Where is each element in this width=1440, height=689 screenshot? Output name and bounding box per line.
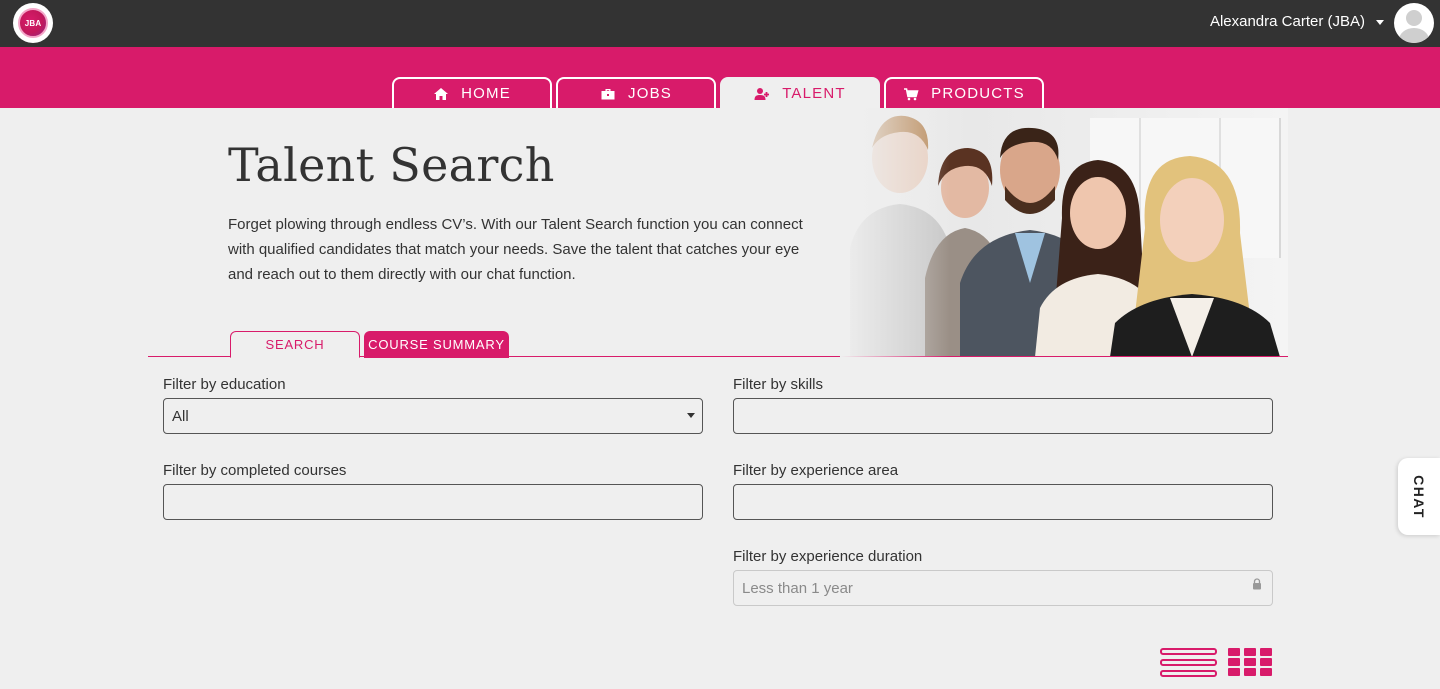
logo[interactable]: JBA xyxy=(13,3,53,43)
page-description: Forget plowing through endless CV’s. Wit… xyxy=(228,216,803,283)
completed-courses-filter-label: Filter by completed courses xyxy=(163,462,347,479)
tab-products-label: PRODUCTS xyxy=(931,85,1025,102)
education-select-value: All xyxy=(172,407,189,425)
experience-duration-filter-label: Filter by experience duration xyxy=(733,548,923,565)
user-plus-icon xyxy=(754,87,770,100)
experience-area-filter-label: Filter by experience area xyxy=(733,462,899,479)
education-select[interactable]: All xyxy=(163,398,703,434)
chevron-down-icon xyxy=(687,413,695,418)
user-name[interactable]: Alexandra Carter (JBA) xyxy=(1210,13,1365,30)
skills-filter-label: Filter by skills xyxy=(733,376,824,393)
grid-view-icon[interactable] xyxy=(1228,648,1272,678)
page-title: Talent Search xyxy=(228,138,555,192)
chat-label: CHAT xyxy=(1411,474,1427,519)
experience-duration-placeholder: Less than 1 year xyxy=(742,579,853,597)
avatar[interactable] xyxy=(1394,3,1434,43)
experience-duration-select[interactable]: Less than 1 year xyxy=(733,570,1273,606)
briefcase-icon xyxy=(601,88,615,99)
skills-input[interactable] xyxy=(733,398,1273,434)
chevron-down-icon[interactable] xyxy=(1376,20,1384,25)
logo-mark: JBA xyxy=(18,8,48,38)
tab-talent[interactable]: TALENT xyxy=(720,77,880,108)
tab-jobs[interactable]: JOBS xyxy=(556,77,716,108)
tab-talent-label: TALENT xyxy=(782,85,846,102)
tab-jobs-label: JOBS xyxy=(628,85,672,102)
list-view-icon[interactable] xyxy=(1160,648,1217,679)
hero-image xyxy=(840,108,1288,357)
completed-courses-input[interactable] xyxy=(163,484,703,520)
tab-search[interactable]: SEARCH xyxy=(230,331,360,358)
tab-home[interactable]: HOME xyxy=(392,77,552,108)
experience-area-input[interactable] xyxy=(733,484,1273,520)
lock-icon xyxy=(1253,578,1261,590)
home-icon xyxy=(434,87,449,100)
main-nav: HOME JOBS TALENT PRODUCTS xyxy=(392,77,1044,108)
cart-icon xyxy=(904,87,919,100)
tab-home-label: HOME xyxy=(461,85,511,102)
chat-button[interactable]: CHAT xyxy=(1398,458,1440,535)
top-bar: JBA Alexandra Carter (JBA) xyxy=(0,0,1440,47)
education-filter-label: Filter by education xyxy=(163,376,286,393)
tab-products[interactable]: PRODUCTS xyxy=(884,77,1044,108)
tab-course-summary[interactable]: COURSE SUMMARY xyxy=(364,331,509,358)
